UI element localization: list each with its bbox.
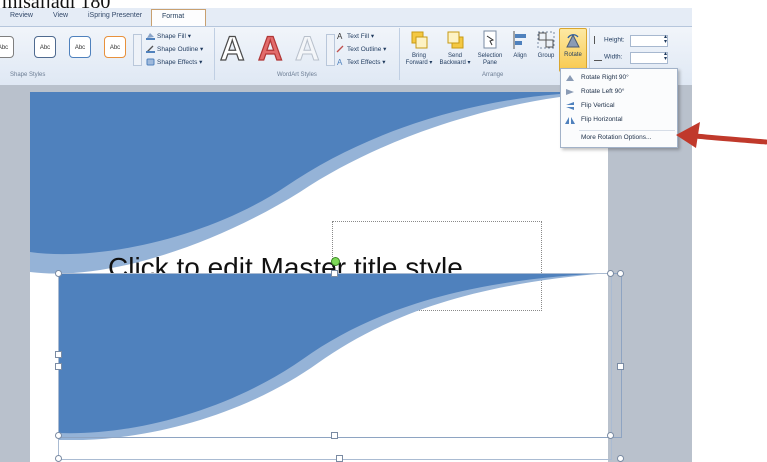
rotation-handle[interactable] (331, 257, 340, 266)
group-divider (214, 28, 215, 80)
width-input[interactable] (630, 52, 668, 64)
resize-handle[interactable] (617, 270, 624, 277)
send-backward-button[interactable]: Send Backward ▾ (438, 30, 472, 67)
rotate-menu: Rotate Right 90° Rotate Left 90° Flip Ve… (560, 68, 678, 148)
svg-text:A: A (337, 32, 343, 40)
ribbon-tabs: Review View iSpring Presenter Format (0, 8, 692, 27)
resize-handle[interactable] (55, 455, 62, 462)
text-effects-button[interactable]: A Text Effects ▾ (336, 58, 386, 67)
text-outline-button[interactable]: Text Outline ▾ (336, 45, 386, 53)
shape-effects-icon (146, 58, 155, 66)
height-field: Height: ▴ ▾ (594, 34, 668, 47)
resize-handle[interactable] (331, 270, 338, 277)
align-icon (511, 30, 529, 50)
menu-item-label: Flip Horizontal (581, 116, 623, 123)
tab-ispring-presenter[interactable]: iSpring Presenter (88, 12, 142, 19)
menu-item-more-rotation-options[interactable]: More Rotation Options... (561, 131, 677, 145)
rotate-icon (564, 32, 582, 50)
menu-item-flip-horizontal[interactable]: Flip Horizontal (561, 113, 677, 127)
rotate-label: Rotate (564, 52, 582, 58)
selection-pane-button[interactable]: Selection Pane (474, 30, 506, 67)
group-label-wordart-styles: WordArt Styles (277, 72, 317, 78)
group-label: Group (537, 53, 555, 59)
width-icon (594, 53, 602, 61)
page-margin (692, 0, 767, 462)
text-fill-icon: A (336, 32, 345, 41)
resize-handle[interactable] (607, 270, 614, 277)
flip-vertical-icon (565, 102, 575, 110)
group-divider (399, 28, 400, 80)
shape-fill-icon (146, 32, 155, 41)
resize-handle[interactable] (331, 432, 338, 439)
shape-effects-label: Shape Effects ▾ (157, 59, 203, 66)
align-button[interactable]: Align (508, 30, 532, 60)
height-spinner-icon[interactable]: ▴ ▾ (664, 34, 667, 45)
rotate-left-icon (565, 88, 575, 96)
shape-style-thumb[interactable]: Abc (0, 36, 14, 58)
resize-handle[interactable] (336, 455, 343, 462)
text-effects-label: Text Effects ▾ (347, 59, 386, 66)
menu-item-label: Rotate Left 90° (581, 88, 625, 95)
shape-style-thumb[interactable]: Abc (34, 36, 56, 58)
height-label: Height: (604, 36, 625, 44)
shape-fill-button[interactable]: Shape Fill ▾ (146, 32, 191, 41)
bring-forward-button[interactable]: Bring Forward ▾ (402, 30, 436, 67)
resize-handle[interactable] (607, 432, 614, 439)
shape-outline-button[interactable]: Shape Outline ▾ (146, 45, 204, 54)
resize-handle[interactable] (617, 363, 624, 370)
tab-format[interactable]: Format (151, 9, 206, 26)
wordart-scroll[interactable] (326, 34, 335, 66)
shape-outline-icon (146, 45, 155, 54)
menu-item-label: Flip Vertical (581, 102, 615, 109)
text-fill-button[interactable]: A Text Fill ▾ (336, 32, 375, 41)
group-button[interactable]: Group (534, 30, 558, 60)
height-icon (594, 36, 602, 44)
shape-style-thumb[interactable]: Abc (104, 36, 126, 58)
selection-pane-icon (481, 30, 499, 50)
resize-handle[interactable] (617, 455, 624, 462)
menu-item-rotate-left[interactable]: Rotate Left 90° (561, 85, 677, 99)
resize-handle[interactable] (55, 270, 62, 277)
group-icon (537, 30, 555, 50)
resize-handle[interactable] (55, 432, 62, 439)
send-backward-icon (446, 30, 464, 50)
svg-text:A: A (337, 58, 343, 66)
menu-item-label: Rotate Right 90° (581, 74, 629, 81)
red-arrow-annotation (676, 122, 767, 148)
shape-fill-label: Shape Fill ▾ (157, 33, 191, 40)
shape-styles-scroll[interactable] (133, 34, 142, 66)
wordart-style-light[interactable]: A (295, 30, 321, 69)
align-label: Align (513, 53, 527, 59)
text-outline-icon (336, 45, 345, 53)
width-field: Width: ▴ ▾ (594, 51, 668, 64)
resize-handle[interactable] (55, 363, 62, 370)
rotate-right-icon (565, 74, 575, 82)
menu-item-label: More Rotation Options... (581, 134, 652, 141)
group-label-arrange: Arrange (482, 72, 504, 78)
selection-pane-label: Selection Pane (477, 53, 503, 66)
group-label-shape-styles: Shape Styles (10, 72, 46, 78)
shape-style-thumb[interactable]: Abc (69, 36, 91, 58)
menu-item-rotate-right[interactable]: Rotate Right 90° (561, 71, 677, 85)
rotate-button[interactable]: Rotate (559, 28, 587, 72)
text-effects-icon: A (336, 58, 345, 67)
text-outline-label: Text Outline ▾ (347, 46, 387, 53)
menu-item-flip-vertical[interactable]: Flip Vertical (561, 99, 677, 113)
flip-horizontal-icon (565, 116, 575, 124)
width-spinner-icon[interactable]: ▴ ▾ (664, 51, 667, 62)
height-input[interactable] (630, 35, 668, 47)
bring-forward-icon (410, 30, 428, 50)
width-label: Width: (604, 53, 623, 61)
wordart-style-red[interactable]: A (257, 29, 283, 69)
bring-forward-label: Bring Forward ▾ (405, 53, 433, 66)
wordart-style-outline[interactable]: A (219, 29, 245, 69)
resize-handle[interactable] (55, 351, 62, 358)
send-backward-label: Send Backward ▾ (439, 53, 471, 66)
tab-view[interactable]: View (53, 12, 68, 19)
tab-review[interactable]: Review (10, 12, 33, 19)
shape-effects-button[interactable]: Shape Effects ▾ (146, 58, 202, 66)
text-fill-label: Text Fill ▾ (347, 33, 375, 40)
shape-outline-label: Shape Outline ▾ (157, 46, 204, 53)
